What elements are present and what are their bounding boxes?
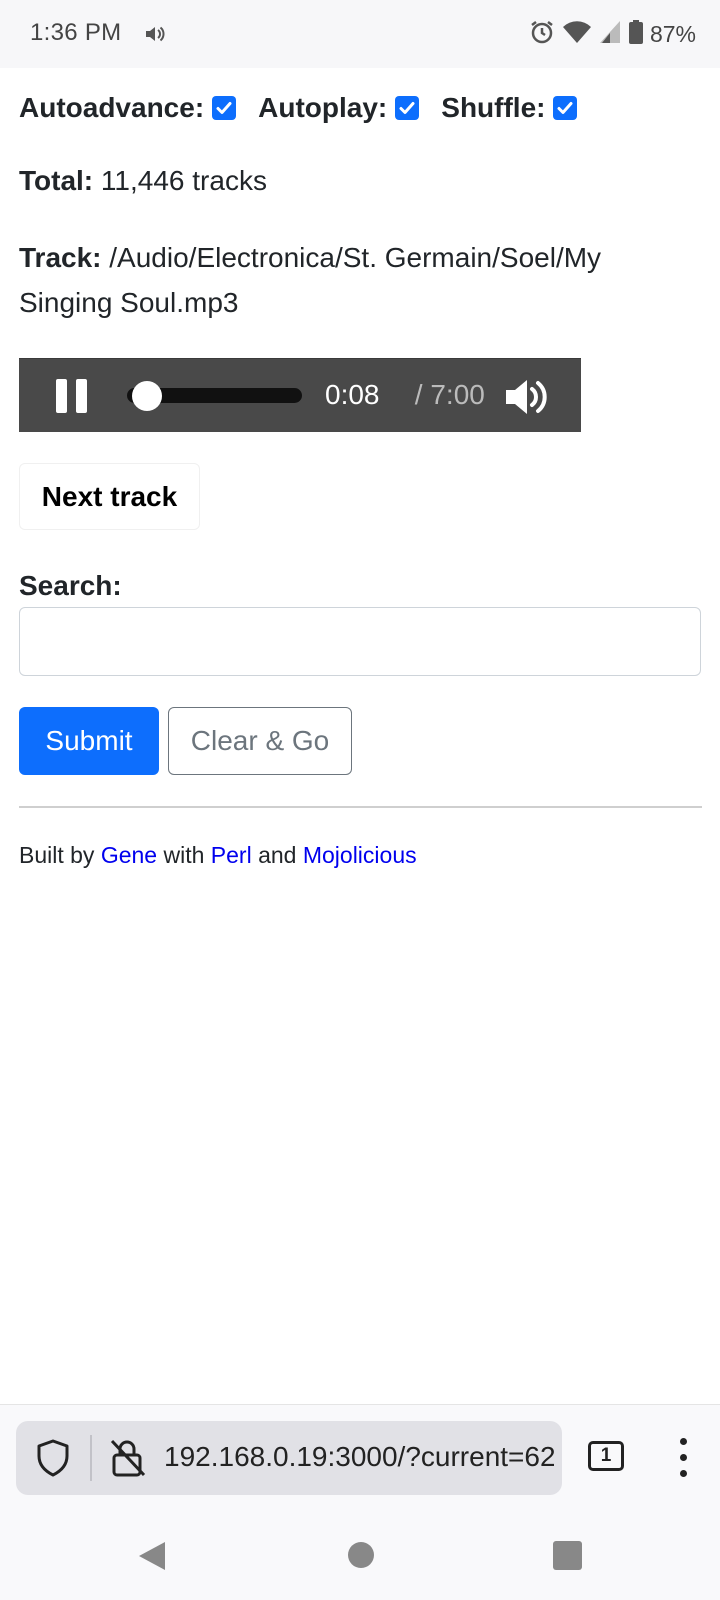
autoadvance-checkbox[interactable] xyxy=(212,96,237,120)
divider xyxy=(19,806,702,808)
seek-thumb[interactable] xyxy=(132,381,163,411)
playback-options: Autoadvance: Autoplay: Shuffle: xyxy=(19,92,599,124)
wifi-icon xyxy=(562,19,592,50)
footer: Built by Gene with Perl and Mojolicious xyxy=(19,842,417,869)
total-value: 11,446 tracks xyxy=(100,165,267,196)
clear-go-button[interactable]: Clear & Go xyxy=(168,707,352,775)
browser-toolbar: 192.168.0.19:3000/?current=62 1 xyxy=(0,1404,720,1510)
autoplay-label: Autoplay: xyxy=(258,92,388,123)
home-icon[interactable] xyxy=(348,1542,374,1568)
status-bar: 1:36 PM 87% xyxy=(0,0,720,68)
mojolicious-link[interactable]: Mojolicious xyxy=(303,842,417,868)
recents-icon[interactable] xyxy=(553,1541,582,1570)
gene-link[interactable]: Gene xyxy=(101,842,157,868)
back-icon[interactable] xyxy=(137,1540,167,1577)
tabs-icon[interactable]: 1 xyxy=(588,1441,624,1471)
search-label: Search: xyxy=(19,570,122,601)
status-time: 1:36 PM xyxy=(30,19,122,46)
url-separator xyxy=(90,1435,92,1481)
footer-prefix: Built by xyxy=(19,842,101,868)
battery-icon xyxy=(628,19,644,50)
footer-and: and xyxy=(251,842,303,868)
autoplay-option[interactable]: Autoplay: xyxy=(258,92,420,124)
menu-icon[interactable] xyxy=(680,1438,688,1478)
shuffle-label: Shuffle: xyxy=(441,92,546,123)
shuffle-checkbox[interactable] xyxy=(553,96,578,120)
submit-button[interactable]: Submit xyxy=(19,707,159,775)
current-time: 0:08 xyxy=(325,379,380,410)
alarm-icon xyxy=(528,18,556,51)
volume-icon[interactable] xyxy=(503,375,551,424)
audio-player: 0:08 / 7:00 xyxy=(19,358,581,432)
autoadvance-label: Autoadvance: xyxy=(19,92,205,123)
tab-count: 1 xyxy=(600,1445,612,1466)
pause-icon[interactable] xyxy=(56,379,90,413)
sound-icon xyxy=(143,22,167,51)
url-text[interactable]: 192.168.0.19:3000/?current=62 xyxy=(164,1441,554,1473)
shield-icon[interactable] xyxy=(36,1439,70,1482)
navigation-bar xyxy=(0,1510,720,1600)
total-label: Total: xyxy=(19,165,94,196)
signal-icon xyxy=(598,19,622,50)
track-path: /Audio/Electronica/St. Germain/Soel/My S… xyxy=(19,242,602,318)
track-label: Track: xyxy=(19,242,102,273)
search-input[interactable] xyxy=(19,607,701,676)
battery-percent: 87% xyxy=(649,21,696,47)
duration: / 7:00 xyxy=(407,379,485,410)
url-bar[interactable]: 192.168.0.19:3000/?current=62 xyxy=(16,1421,562,1495)
perl-link[interactable]: Perl xyxy=(211,842,252,868)
footer-with: with xyxy=(157,842,211,868)
shuffle-option[interactable]: Shuffle: xyxy=(441,92,578,124)
autoplay-checkbox[interactable] xyxy=(395,96,420,120)
current-track: Track: /Audio/Electronica/St. Germain/So… xyxy=(19,235,689,325)
autoadvance-option[interactable]: Autoadvance: xyxy=(19,92,237,124)
status-icons: 87% xyxy=(528,18,696,51)
insecure-lock-icon[interactable] xyxy=(110,1438,146,1483)
total-tracks: Total: 11,446 tracks xyxy=(19,165,267,197)
next-track-button[interactable]: Next track xyxy=(19,463,200,530)
